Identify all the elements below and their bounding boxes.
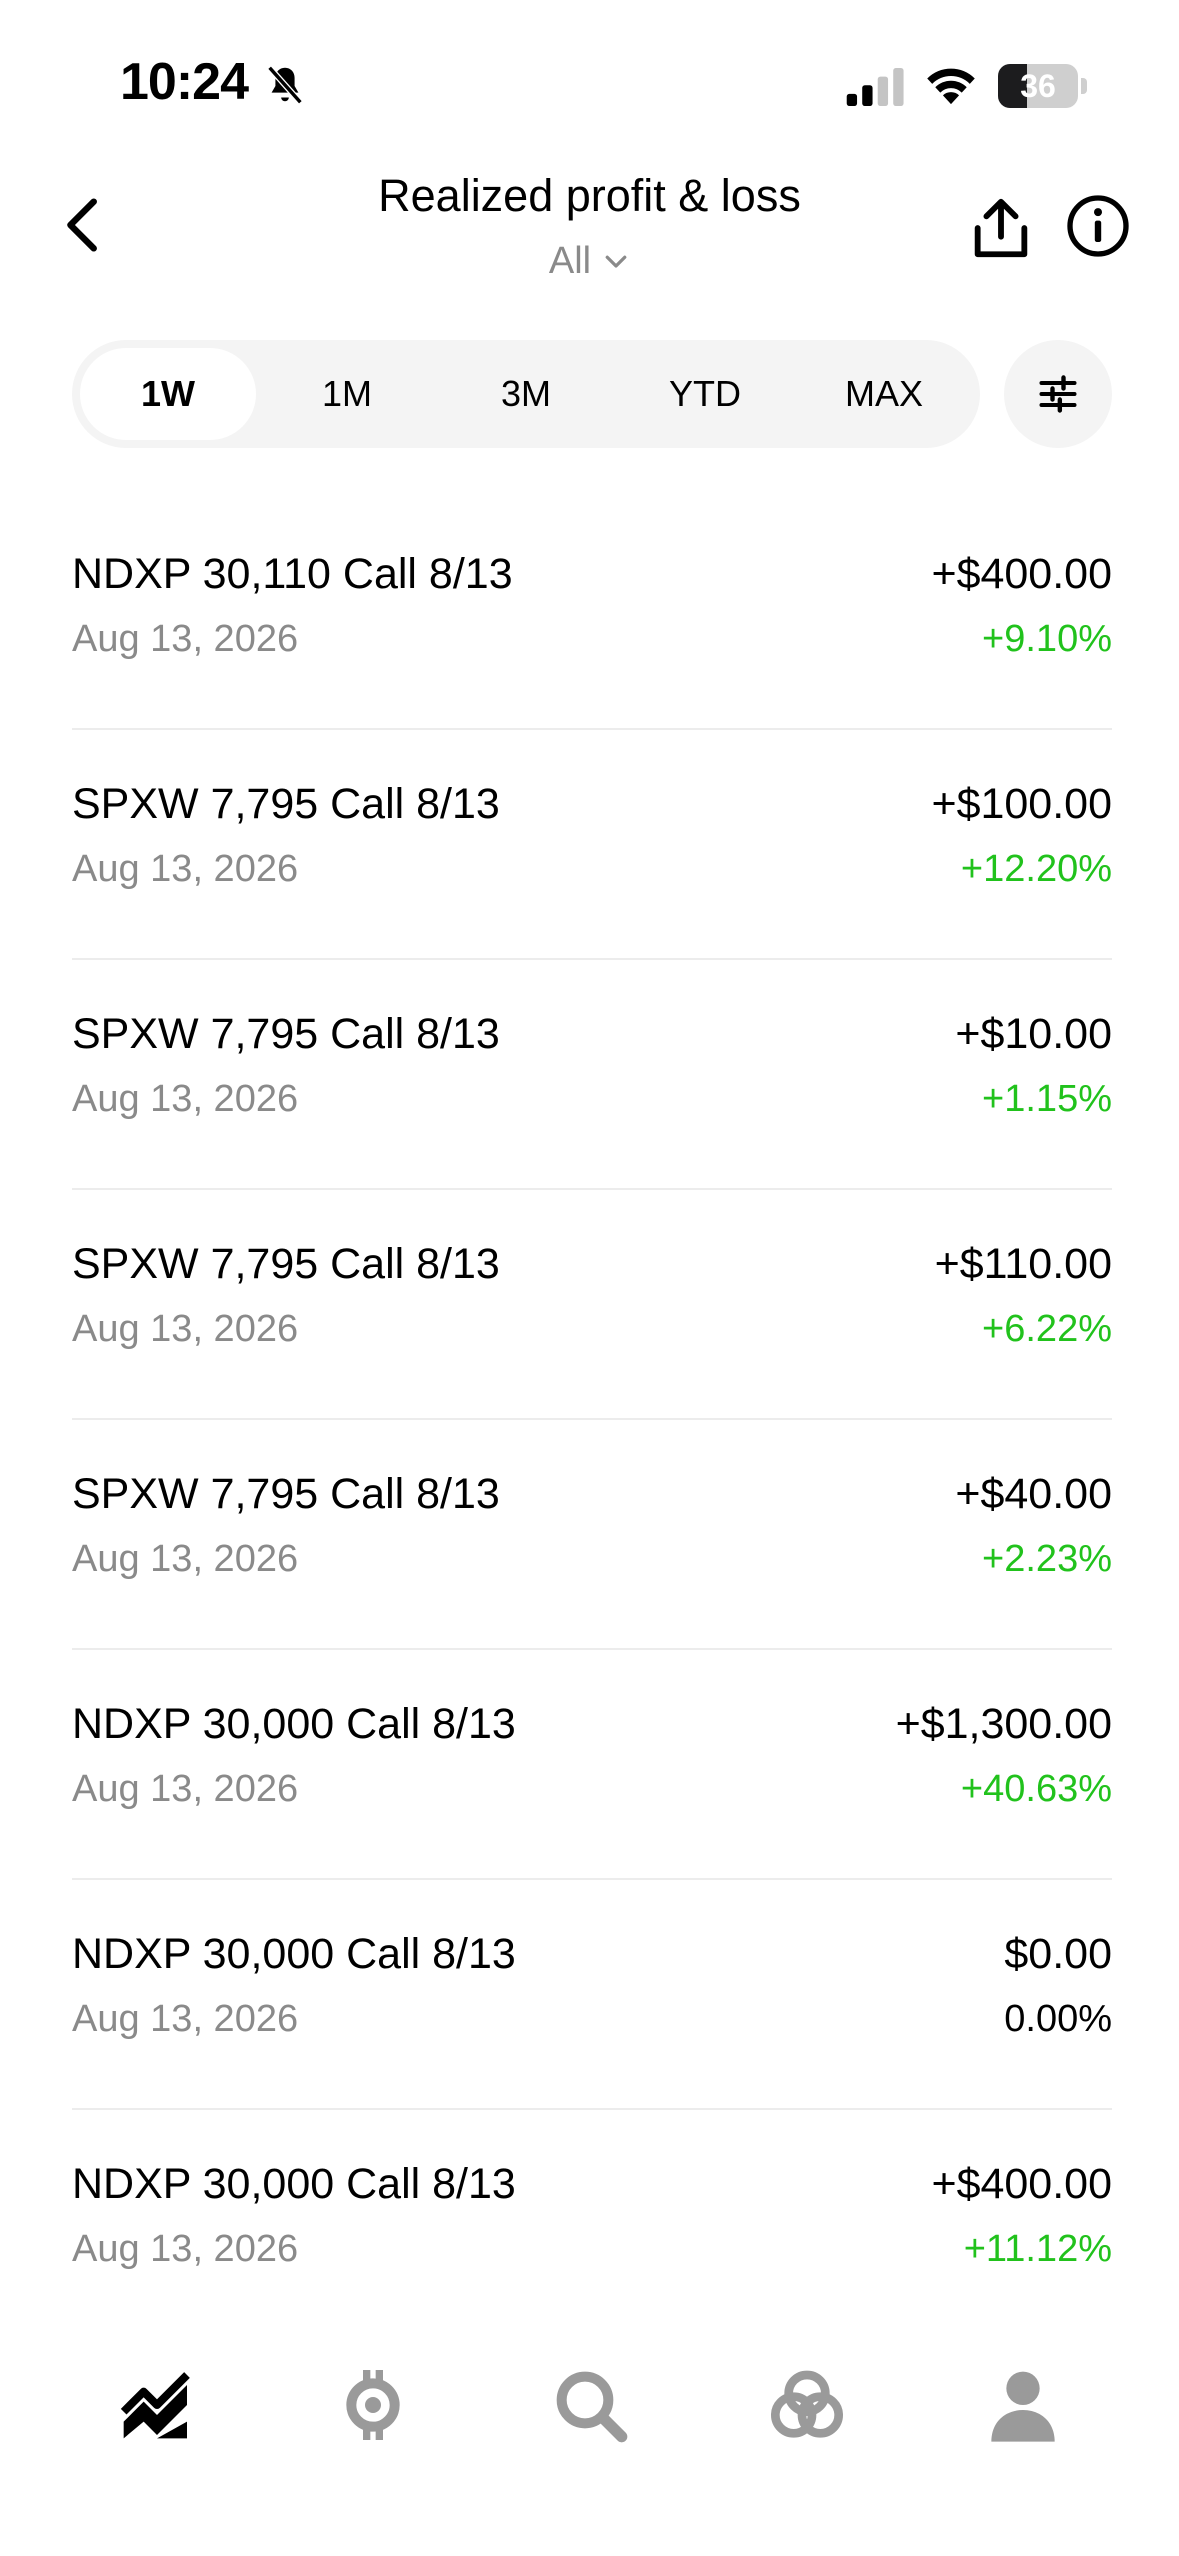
pnl-percent: +12.20% <box>960 848 1112 890</box>
nav-account[interactable] <box>978 2360 1068 2450</box>
pnl-percent: 0.00% <box>1004 1998 1112 2040</box>
close-date: Aug 13, 2026 <box>72 1768 299 1810</box>
period-selector: 1W 1M 3M YTD MAX <box>72 340 980 448</box>
bell-slash-icon <box>267 65 303 105</box>
battery-icon: 36 <box>998 64 1078 108</box>
chevron-down-icon <box>605 255 627 268</box>
contract-name: SPXW 7,795 Call 8/13 <box>72 1240 500 1288</box>
close-date: Aug 13, 2026 <box>72 848 299 890</box>
bottom-nav <box>0 2300 1179 2556</box>
nav-investing[interactable] <box>112 2360 202 2450</box>
pnl-list: NDXP 30,110 Call 8/13 Aug 13, 2026 +$400… <box>72 500 1112 2340</box>
pnl-percent: +9.10% <box>982 618 1112 660</box>
list-item[interactable]: NDXP 30,110 Call 8/13 Aug 13, 2026 +$400… <box>72 500 1112 730</box>
share-icon[interactable] <box>966 192 1036 264</box>
list-item[interactable]: NDXP 30,000 Call 8/13 Aug 13, 2026 $0.00… <box>72 1880 1112 2110</box>
pnl-amount: +$400.00 <box>931 2160 1112 2208</box>
contract-name: NDXP 30,000 Call 8/13 <box>72 1700 516 1748</box>
status-time: 10:24 <box>120 53 249 111</box>
status-bar: 10:24 36 <box>0 0 1179 150</box>
filter-dropdown[interactable]: All <box>540 234 640 288</box>
close-date: Aug 13, 2026 <box>72 1998 299 2040</box>
tab-3m[interactable]: 3M <box>438 348 614 440</box>
pnl-percent: +11.12% <box>963 2228 1112 2270</box>
crypto-icon <box>346 2370 400 2440</box>
list-item[interactable]: SPXW 7,795 Call 8/13 Aug 13, 2026 +$40.0… <box>72 1420 1112 1650</box>
pnl-amount: +$1,300.00 <box>895 1700 1112 1748</box>
contract-name: SPXW 7,795 Call 8/13 <box>72 1010 500 1058</box>
close-date: Aug 13, 2026 <box>72 1078 299 1120</box>
list-item[interactable]: NDXP 30,000 Call 8/13 Aug 13, 2026 +$1,3… <box>72 1650 1112 1880</box>
pnl-percent: +40.63% <box>960 1768 1112 1810</box>
tab-max[interactable]: MAX <box>796 348 972 440</box>
close-date: Aug 13, 2026 <box>72 618 299 660</box>
header: Realized profit & loss All <box>0 150 1179 300</box>
contract-name: NDXP 30,110 Call 8/13 <box>72 550 513 598</box>
tab-1m[interactable]: 1M <box>259 348 435 440</box>
wifi-icon <box>927 68 975 105</box>
pnl-percent: +6.22% <box>982 1308 1112 1350</box>
pnl-amount: +$10.00 <box>955 1010 1112 1058</box>
info-icon[interactable] <box>1066 194 1130 258</box>
pnl-percent: +2.23% <box>982 1538 1112 1580</box>
nav-network[interactable] <box>762 2360 852 2450</box>
sliders-icon <box>1039 375 1077 413</box>
list-item[interactable]: SPXW 7,795 Call 8/13 Aug 13, 2026 +$110.… <box>72 1190 1112 1420</box>
contract-name: SPXW 7,795 Call 8/13 <box>72 1470 500 1518</box>
search-icon <box>556 2371 628 2443</box>
contract-name: SPXW 7,795 Call 8/13 <box>72 780 500 828</box>
investing-icon <box>120 2372 190 2439</box>
pnl-percent: +1.15% <box>982 1078 1112 1120</box>
list-item[interactable]: SPXW 7,795 Call 8/13 Aug 13, 2026 +$10.0… <box>72 960 1112 1190</box>
close-date: Aug 13, 2026 <box>72 1538 299 1580</box>
cellular-signal-icon <box>846 68 904 106</box>
contract-name: NDXP 30,000 Call 8/13 <box>72 1930 516 1978</box>
tab-1w[interactable]: 1W <box>80 348 256 440</box>
nav-crypto[interactable] <box>328 2360 418 2450</box>
contract-name: NDXP 30,000 Call 8/13 <box>72 2160 516 2208</box>
tab-ytd[interactable]: YTD <box>617 348 793 440</box>
pnl-amount: $0.00 <box>1004 1930 1112 1978</box>
pnl-amount: +$100.00 <box>931 780 1112 828</box>
network-icon <box>771 2370 843 2438</box>
nav-search[interactable] <box>545 2360 635 2450</box>
battery-level: 36 <box>1020 67 1056 104</box>
pnl-amount: +$400.00 <box>931 550 1112 598</box>
filter-settings-button[interactable] <box>1004 340 1112 448</box>
pnl-amount: +$110.00 <box>934 1240 1112 1288</box>
list-item[interactable]: SPXW 7,795 Call 8/13 Aug 13, 2026 +$100.… <box>72 730 1112 960</box>
filter-label: All <box>548 239 592 282</box>
close-date: Aug 13, 2026 <box>72 1308 299 1350</box>
screen: 10:24 36 Realized profit & loss All 1W 1… <box>0 0 1179 2556</box>
account-icon <box>991 2371 1055 2442</box>
pnl-amount: +$40.00 <box>955 1470 1112 1518</box>
close-date: Aug 13, 2026 <box>72 2228 299 2270</box>
battery-cap <box>1081 78 1087 94</box>
